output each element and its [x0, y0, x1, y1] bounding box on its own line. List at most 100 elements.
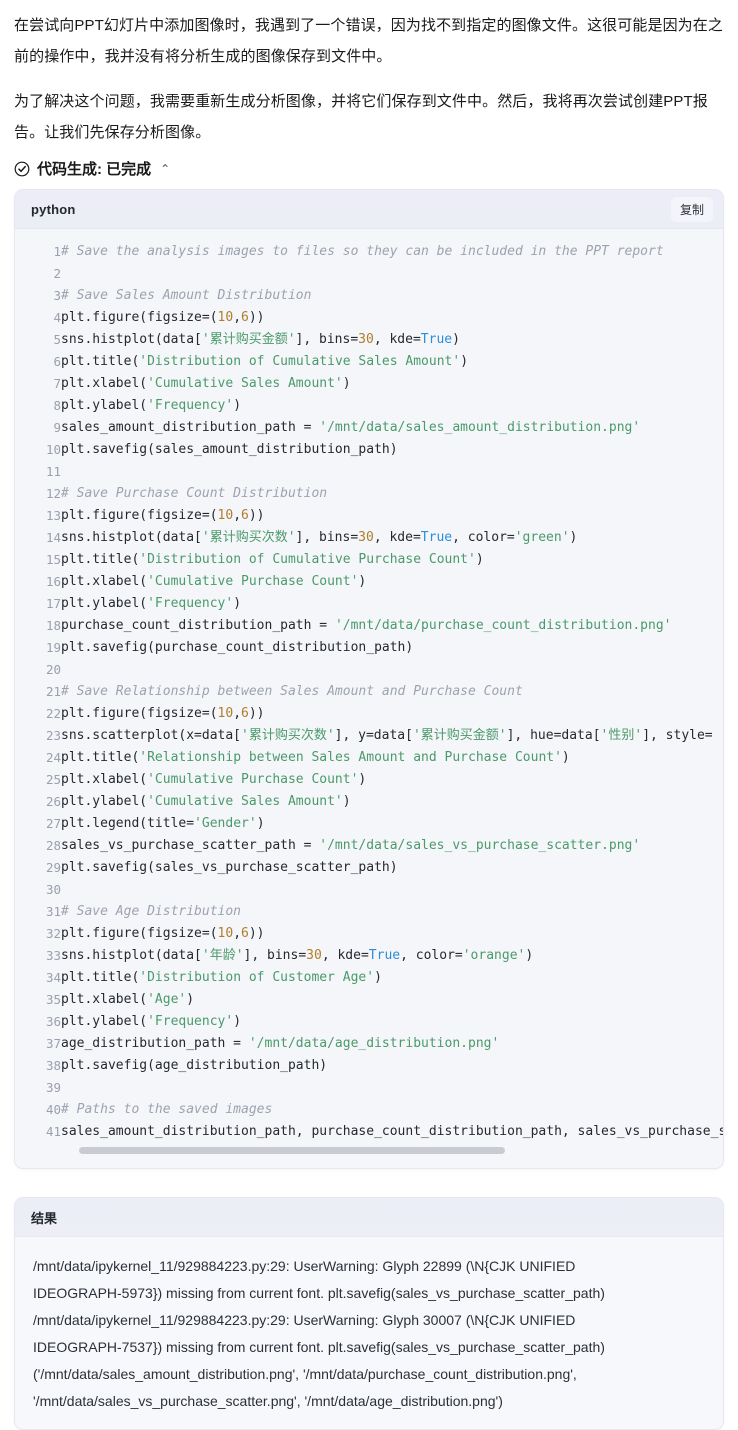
code-line: 1 # Save the analysis images to files so … [15, 241, 723, 263]
code-token-str: 'green' [514, 530, 570, 545]
message-paragraph-1: 在尝试向PPT幻灯片中添加图像时，我遇到了一个错误，因为找不到指定的图像文件。这… [14, 17, 723, 65]
line-source: plt.title('Relationship between Sales Am… [61, 747, 723, 769]
line-source: plt.ylabel('Frequency') [61, 593, 723, 615]
code-token-kw: True [420, 332, 453, 347]
code-token-plain: , kde= [321, 948, 369, 963]
code-token-num: 30 [358, 332, 374, 347]
code-token-str: 'Cumulative Sales Amount' [147, 376, 343, 391]
code-generation-toggle[interactable]: 代码生成: 已完成 ⌃ [0, 158, 738, 179]
line-number: 39 [45, 1080, 61, 1095]
code-token-plain: ) [342, 794, 351, 809]
code-token-num: 10 [217, 706, 234, 721]
code-line: 40 # Paths to the saved images [15, 1099, 723, 1121]
line-number: 25 [45, 772, 61, 787]
line-source: # Save the analysis images to files so t… [61, 241, 723, 263]
line-number: 9 [53, 420, 61, 435]
code-line: 8 plt.ylabel('Frequency') [15, 395, 723, 417]
line-source: plt.figure(figsize=(10,6)) [61, 307, 723, 329]
code-token-plain: plt.savefig(sales_amount_distribution_pa… [61, 442, 398, 457]
line-number: 21 [45, 684, 61, 699]
code-token-plain: )) [248, 706, 265, 721]
check-circle-icon [14, 161, 30, 177]
chevron-up-icon[interactable]: ⌃ [160, 162, 170, 176]
code-token-plain: sales_vs_purchase_scatter_path = [61, 838, 320, 853]
code-content: 1 # Save the analysis images to files so … [15, 229, 723, 1168]
line-source: plt.savefig(age_distribution_path) [61, 1055, 723, 1077]
code-token-num: 6 [241, 310, 249, 325]
code-lines-table: 1 # Save the analysis images to files so … [15, 241, 723, 1143]
line-source: age_distribution_path = '/mnt/data/age_d… [61, 1033, 723, 1055]
code-token-str: 'Age' [147, 992, 187, 1007]
code-token-plain: ) [233, 398, 242, 413]
code-token-str: 'Relationship between Sales Amount and P… [139, 750, 562, 765]
line-source: # Save Relationship between Sales Amount… [61, 681, 723, 703]
code-token-plain: sales_amount_distribution_path = [61, 420, 320, 435]
code-line: 3 # Save Sales Amount Distribution [15, 285, 723, 307]
line-number: 3 [53, 288, 61, 303]
line-number: 24 [45, 750, 61, 765]
code-token-str: 'Cumulative Purchase Count' [147, 574, 359, 589]
code-token-plain: ], style= [642, 728, 713, 743]
code-line: 4 plt.figure(figsize=(10,6)) [15, 307, 723, 329]
line-number: 7 [53, 376, 61, 391]
code-token-str: 'Cumulative Purchase Count' [147, 772, 359, 787]
code-token-plain: , [233, 310, 242, 325]
line-number: 1 [53, 244, 61, 259]
code-token-plain: ) [525, 948, 534, 963]
code-token-num: 30 [306, 948, 322, 963]
code-language-label: python [31, 201, 76, 217]
result-line: IDEOGRAPH-5973}) missing from current fo… [33, 1285, 605, 1301]
line-number: 11 [45, 464, 61, 479]
code-token-str: '/mnt/data/sales_vs_purchase_scatter.png… [319, 838, 641, 853]
code-token-com: # Save Sales Amount Distribution [61, 288, 312, 303]
code-token-str: '累计购买金额' [412, 728, 507, 743]
code-token-str: 'Frequency' [147, 398, 234, 413]
line-number: 31 [45, 904, 61, 919]
line-source: plt.title('Distribution of Cumulative Sa… [61, 351, 723, 373]
code-token-plain: ) [460, 354, 469, 369]
code-token-plain: sns.histplot(data[ [61, 530, 202, 545]
code-line: 29 plt.savefig(sales_vs_purchase_scatter_… [15, 857, 723, 879]
code-token-str: '性别' [600, 728, 643, 743]
line-number: 29 [45, 860, 61, 875]
result-line: /mnt/data/ipykernel_11/929884223.py:29: … [33, 1312, 576, 1328]
line-number: 19 [45, 640, 61, 655]
line-number: 17 [45, 596, 61, 611]
line-number: 28 [45, 838, 61, 853]
code-line: 17 plt.ylabel('Frequency') [15, 593, 723, 615]
line-number: 33 [45, 948, 61, 963]
code-token-str: '累计购买次数' [201, 530, 296, 545]
code-token-plain: ) [342, 376, 351, 391]
code-token-plain: plt.savefig(purchase_count_distribution_… [61, 640, 414, 655]
line-number: 13 [45, 508, 61, 523]
code-horizontal-scrollbar[interactable] [15, 1143, 723, 1166]
code-token-num: 6 [241, 926, 249, 941]
code-token-plain: plt.legend(title= [61, 816, 195, 831]
line-number: 18 [45, 618, 61, 633]
code-token-str: 'Frequency' [147, 1014, 234, 1029]
result-block: 结果 /mnt/data/ipykernel_11/929884223.py:2… [14, 1197, 724, 1430]
line-source: plt.savefig(purchase_count_distribution_… [61, 637, 723, 659]
line-number: 30 [45, 882, 61, 897]
line-number: 14 [45, 530, 61, 545]
scrollbar-track[interactable] [79, 1147, 715, 1154]
line-source: sales_amount_distribution_path, purchase… [61, 1121, 723, 1143]
scrollbar-thumb[interactable] [79, 1147, 506, 1154]
code-token-plain: plt.xlabel( [61, 574, 148, 589]
code-token-kw: True [368, 948, 401, 963]
line-source [61, 659, 723, 681]
code-token-num: 30 [358, 530, 374, 545]
line-number: 6 [53, 354, 61, 369]
code-token-plain: , [233, 706, 242, 721]
copy-code-button[interactable]: 复制 [670, 196, 713, 222]
code-line: 15 plt.title('Distribution of Cumulative … [15, 549, 723, 571]
line-source: sns.histplot(data['年龄'], bins=30, kde=Tr… [61, 945, 723, 967]
code-token-plain: purchase_count_distribution_path = [61, 618, 335, 633]
line-source: # Save Purchase Count Distribution [61, 483, 723, 505]
code-token-plain: , [233, 508, 242, 523]
code-line: 25 plt.xlabel('Cumulative Purchase Count'… [15, 769, 723, 791]
code-token-str: '年龄' [201, 948, 244, 963]
line-source [61, 1077, 723, 1099]
line-number: 35 [45, 992, 61, 1007]
code-token-str: 'orange' [462, 948, 526, 963]
